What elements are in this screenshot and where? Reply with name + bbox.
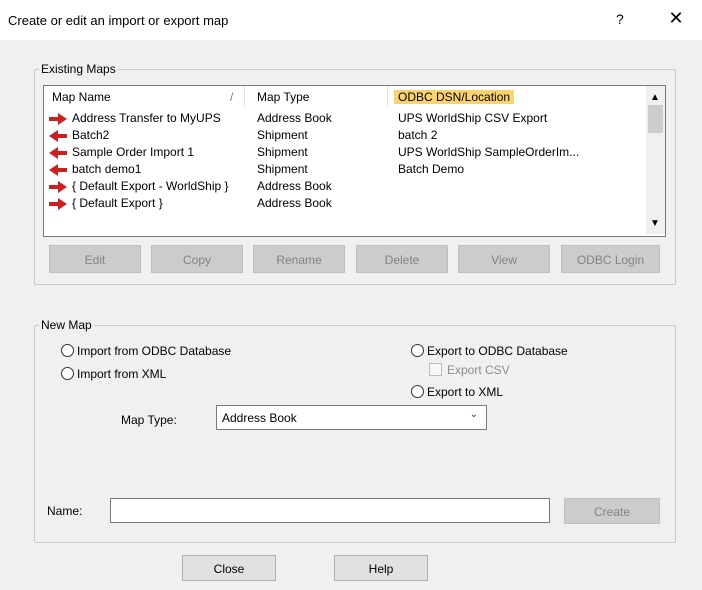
map-type-label: Map Type:: [121, 413, 177, 427]
export-arrow-icon: [49, 181, 67, 193]
name-label: Name:: [47, 504, 83, 518]
copy-button[interactable]: Copy: [151, 245, 243, 273]
table-row[interactable]: Batch2 Shipment batch 2: [44, 127, 644, 144]
list-scrollbar[interactable]: ▲ ▼: [646, 86, 665, 234]
row-map-name: Address Transfer to MyUPS: [72, 111, 221, 125]
import-arrow-icon: [49, 164, 67, 176]
view-button[interactable]: View: [458, 245, 550, 273]
row-odbc-dsn: UPS WorldShip SampleOrderIm...: [398, 145, 580, 159]
row-map-type: Shipment: [257, 128, 308, 142]
row-odbc-dsn: UPS WorldShip CSV Export: [398, 111, 548, 125]
create-button[interactable]: Create: [564, 498, 660, 524]
row-odbc-dsn: batch 2: [398, 128, 438, 142]
help-button[interactable]: Help: [334, 555, 428, 581]
row-map-name: batch demo1: [72, 162, 142, 176]
row-map-type: Address Book: [257, 179, 332, 193]
import-arrow-icon: [49, 130, 67, 142]
new-map-legend: New Map: [41, 318, 92, 332]
rename-button[interactable]: Rename: [253, 245, 345, 273]
import-arrow-icon: [49, 147, 67, 159]
column-header-map-type[interactable]: Map Type: [245, 86, 388, 108]
row-map-type: Address Book: [257, 111, 332, 125]
maps-list[interactable]: Map Name / Map Type ODBC DSN/Location Ad…: [43, 85, 666, 237]
import-odbc-radio[interactable]: [61, 344, 74, 357]
column-header-odbc-dsn-label: ODBC DSN/Location: [394, 90, 515, 104]
scroll-down-icon[interactable]: ▼: [650, 218, 660, 229]
close-button[interactable]: Close: [182, 555, 276, 581]
title-bar: Create or edit an import or export map ?…: [0, 0, 702, 40]
export-odbc-radio[interactable]: [411, 344, 424, 357]
sort-indicator-icon: /: [230, 90, 234, 104]
odbc-login-button[interactable]: ODBC Login: [561, 245, 660, 273]
table-row[interactable]: Sample Order Import 1 Shipment UPS WorldSh…: [44, 144, 644, 161]
row-map-type: Address Book: [257, 196, 332, 210]
export-xml-label[interactable]: Export to XML: [427, 385, 503, 399]
row-map-name: { Default Export }: [72, 196, 163, 210]
map-type-value: Address Book: [222, 411, 297, 425]
help-icon[interactable]: ?: [616, 11, 624, 27]
scroll-up-icon[interactable]: ▲: [650, 92, 660, 103]
row-map-name: Batch2: [72, 128, 110, 142]
import-xml-radio[interactable]: [61, 367, 74, 380]
column-header-map-name[interactable]: Map Name /: [44, 86, 245, 108]
export-arrow-icon: [49, 198, 67, 210]
chevron-down-icon: ⌄: [469, 409, 478, 420]
table-row[interactable]: batch demo1 Shipment Batch Demo: [44, 161, 644, 178]
name-field[interactable]: [110, 498, 550, 523]
export-csv-checkbox[interactable]: [429, 363, 442, 376]
import-odbc-label[interactable]: Import from ODBC Database: [77, 344, 231, 358]
export-arrow-icon: [49, 113, 67, 125]
window-title: Create or edit an import or export map: [8, 13, 229, 28]
table-row[interactable]: { Default Export - WorldShip } Address Bo…: [44, 178, 644, 195]
table-row[interactable]: { Default Export } Address Book: [44, 195, 644, 212]
existing-maps-legend: Existing Maps: [41, 62, 116, 76]
export-xml-radio[interactable]: [411, 385, 424, 398]
import-xml-label[interactable]: Import from XML: [77, 367, 166, 381]
scroll-thumb[interactable]: [648, 105, 663, 133]
column-header-odbc-dsn[interactable]: ODBC DSN/Location: [394, 86, 644, 108]
row-map-name: Sample Order Import 1: [72, 145, 195, 159]
export-odbc-label[interactable]: Export to ODBC Database: [427, 344, 568, 358]
row-odbc-dsn: Batch Demo: [398, 162, 465, 176]
map-type-select[interactable]: Address Book ⌄: [216, 405, 487, 430]
row-map-type: Shipment: [257, 162, 308, 176]
export-csv-label[interactable]: Export CSV: [447, 363, 510, 377]
column-header-map-type-label: Map Type: [257, 90, 310, 104]
delete-button[interactable]: Delete: [356, 245, 448, 273]
close-icon[interactable]: ✕: [666, 8, 686, 29]
row-map-name: { Default Export - WorldShip }: [72, 179, 229, 193]
edit-button[interactable]: Edit: [49, 245, 141, 273]
table-row[interactable]: Address Transfer to MyUPS Address Book UPS…: [44, 110, 644, 127]
row-map-type: Shipment: [257, 145, 308, 159]
column-header-map-name-label: Map Name: [52, 90, 111, 104]
